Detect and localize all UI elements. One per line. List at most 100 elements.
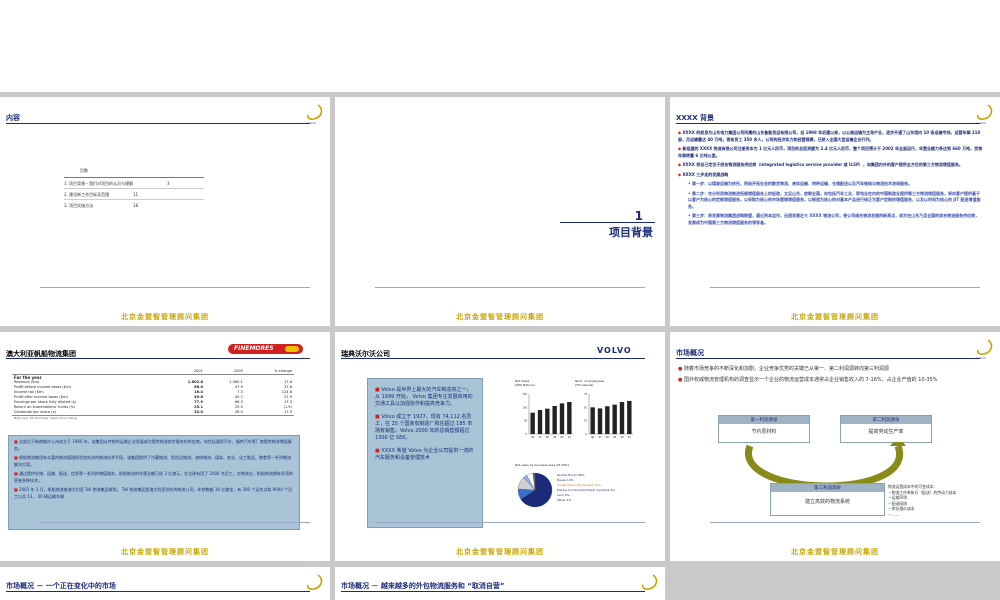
bar xyxy=(567,402,572,434)
toc-item[interactable]: 3. 项目实施方法 18 xyxy=(64,200,204,211)
bullet-item: ■ 总部位于新南威尔士州成立于 1966 年，该集团从传统的运输企业发展成为提供… xyxy=(14,439,292,451)
slide-footer: 北京金盟智管理顾问集团 xyxy=(456,313,544,321)
slide-title: 市场概况 － 一个正在变化中的市场 xyxy=(6,582,116,590)
title-rule xyxy=(6,123,310,124)
toc-list: 1. 项目背景－我们对项目的认识与理解 3 2. 建设新工作目标及范围 11 3. … xyxy=(64,177,204,211)
variable-cost-note: 物流运营成本中的可变成本： －物流工作单执行（配送）的劳动力成本 －运输声明 －… xyxy=(888,484,957,517)
x-tick-label: 96 xyxy=(531,436,535,439)
svg-text:Luckin: Luckin xyxy=(976,121,986,125)
financial-table: 2001 2000 % change For the year Revenue … xyxy=(12,369,294,421)
cycle-box-second-profit: 第二利润源泉 提高劳动生产率 xyxy=(840,415,932,443)
paragraph: ■ Volvo 成立于 1927，现有 74,112 名员工，在 25 个国家有… xyxy=(375,414,473,441)
slide-sorter: 内容 Luckin 页数 1. 项目背景－我们对项目的认识与理解 3 2. 建设新… xyxy=(0,0,1000,600)
x-tick-label: 96 xyxy=(591,436,595,439)
y-tick-label: 50 xyxy=(584,406,588,409)
slide-title: 市场概况 － 越来越多的外包物流服务和 “取消自营” xyxy=(341,582,505,590)
y-tick-label: 100 xyxy=(522,406,527,409)
bar xyxy=(552,406,557,434)
bullet-list: ◆ XXXX 的前身为山东电力集团公司所属的山东鲁能货运有限公司，自 1998 … xyxy=(678,130,983,229)
slide-thumbnail-4[interactable]: 澳大利亚帆船物流集团 FINEMORES 2001 2000 % change … xyxy=(0,332,330,561)
section-rule xyxy=(560,222,655,223)
footer-rule xyxy=(375,522,645,523)
x-tick-label: 00 xyxy=(560,436,564,439)
legend-label: Other 2% xyxy=(557,498,571,502)
slide-footer: 北京金盟智管理顾问集团 xyxy=(121,313,209,321)
x-tick-label: 99 xyxy=(613,436,617,439)
bar xyxy=(597,408,603,434)
toc-heading: 页数 xyxy=(80,168,88,173)
toc-label: 2. 建设新工作目标及范围 xyxy=(64,192,110,197)
bullet-item: ■ 2001 年 3 月，帆船物流被澳大利亚 Toll 物流集团收购， Toll… xyxy=(14,487,293,499)
y-tick-label: 150 xyxy=(522,393,527,396)
toc-item[interactable]: 2. 建设新工作目标及范围 11 xyxy=(64,189,204,200)
y-tick-label: 50 xyxy=(524,420,528,423)
title-rule xyxy=(341,358,645,359)
table-note: Best ever Toll Holdings' result since li… xyxy=(12,415,294,421)
bar xyxy=(559,403,565,434)
x-tick-label: 97 xyxy=(538,436,542,439)
cycle-box-first-profit: 第一利润源泉 节约原材料 xyxy=(718,415,810,443)
cycle-box-third-profit: 第三利润源泉 建立高效的物流系统 xyxy=(770,483,885,516)
section-heading: 项目背景 xyxy=(609,226,653,239)
company-logo-icon: Luckin xyxy=(976,104,993,125)
y-tick-label: 75 xyxy=(584,393,588,396)
x-tick-label: 01 xyxy=(628,436,632,439)
company-logo-icon xyxy=(641,574,658,590)
bar xyxy=(530,412,535,434)
legend-label: Marine & Industrial Power Systems 4% xyxy=(557,488,615,492)
top-blank-area xyxy=(0,0,1000,92)
footer-rule xyxy=(710,522,980,523)
slide-title: 内容 xyxy=(6,114,20,122)
title-rule xyxy=(341,591,645,592)
chart-title: Net sales by business area Q3 2001 xyxy=(515,463,569,467)
slide-footer: 北京金盟智管理顾问集团 xyxy=(121,548,209,556)
bullet-item: ■ 通过提供仓储、运输、配送、信息等一系列的增值服务，帆船物流的年营业额已经 3… xyxy=(14,471,293,483)
sub-bullet: • 第一步：以煤炭运输为依托，积极开拓社会的散货物流、液体运输、特种运输、仓储配… xyxy=(688,181,912,186)
bullet-item: ◆ 新组建的 XXXX 物流有限公司注册资本为 1 亿元人民币，项目的总投资额为… xyxy=(678,146,983,158)
x-tick-label: 00 xyxy=(620,436,624,439)
slide-footer: 北京金盟智管理顾问集团 xyxy=(791,313,879,321)
x-tick-label: 01 xyxy=(568,436,572,439)
bar xyxy=(619,402,625,434)
slide-thumbnail-5[interactable]: 瑞典沃尔沃公司 VOLVO ■ Volvo 是世界上最大的汽车制造商之一，从 1… xyxy=(335,332,665,561)
legend-label: Construction Equipment 12% xyxy=(557,483,601,487)
bar xyxy=(612,404,617,434)
description-box: ■ Volvo 是世界上最大的汽车制造商之一，从 1999 开始， Volvo … xyxy=(367,378,483,528)
x-tick-label: 98 xyxy=(606,436,610,439)
y-tick-label: 0 xyxy=(585,433,587,436)
bullet-item: ■ 帆船物流集团有丰富的物流管理经验和先进的物流技术手段，该集团提供了冷藏物流、… xyxy=(14,455,292,467)
footer-rule xyxy=(40,522,310,523)
company-logo-icon: Luckin xyxy=(306,104,323,125)
bullet-item: ◆ XXXX 三步走的发展战略 xyxy=(678,171,729,177)
slide-thumbnail-7[interactable]: 市场概况 － 一个正在变化中的市场 xyxy=(0,567,330,600)
brand-name: FINEMORES xyxy=(234,345,274,352)
toc-page: 11 xyxy=(133,192,139,197)
x-tick-label: 97 xyxy=(598,436,602,439)
svg-text:Luckin: Luckin xyxy=(306,121,316,125)
slide-thumbnail-8[interactable]: 市场概况 － 越来越多的外包物流服务和 “取消自营” xyxy=(335,567,665,600)
toc-page: 3 xyxy=(167,181,170,186)
volvo-logo: VOLVO xyxy=(597,346,632,355)
bar xyxy=(605,406,610,434)
svg-text:Luckin: Luckin xyxy=(976,356,986,360)
toc-page: 18 xyxy=(133,203,139,208)
slide-thumbnail-1[interactable]: 内容 Luckin 页数 1. 项目背景－我们对项目的认识与理解 3 2. 建设新… xyxy=(0,97,330,326)
bullet-item: ● 国外权威物流管理机构的调查显示一个企业的物流运营成本通常占企业销售收入的 7… xyxy=(678,377,938,383)
slide-footer: 北京金盟智管理顾问集团 xyxy=(456,548,544,556)
toc-label: 1. 项目背景－我们对项目的认识与理解 xyxy=(64,181,134,186)
brand-swoosh xyxy=(285,346,299,352)
company-logo-icon: Luckin xyxy=(976,339,993,360)
footer-rule xyxy=(375,287,645,288)
slide-thumbnail-2[interactable]: 1 项目背景 北京金盟智管理顾问集团 xyxy=(335,97,665,326)
title-rule xyxy=(6,591,310,592)
bullet-item: ◆ XXXX 将自己定位于综合物流服务供应商（integrated logist… xyxy=(678,162,963,167)
slide-thumbnail-3[interactable]: XXXX 背景 Luckin ◆ XXXX 的前身为山东电力集团公司所属的山东鲁… xyxy=(670,97,1000,326)
slide-thumbnail-6[interactable]: 市场概况 Luckin ● 随着市场竞争的不断深化和加剧，企业竞争优势的关键已从… xyxy=(670,332,1000,561)
footer-rule xyxy=(40,287,310,288)
toc-item[interactable]: 1. 项目背景－我们对项目的认识与理解 3 xyxy=(64,178,204,189)
paragraph: ■ Volvo 是世界上最大的汽车制造商之一，从 1999 开始， Volvo … xyxy=(375,387,473,407)
bar xyxy=(627,400,632,434)
x-tick-label: 99 xyxy=(553,436,557,439)
title-rule xyxy=(676,358,980,359)
bar xyxy=(537,410,543,434)
